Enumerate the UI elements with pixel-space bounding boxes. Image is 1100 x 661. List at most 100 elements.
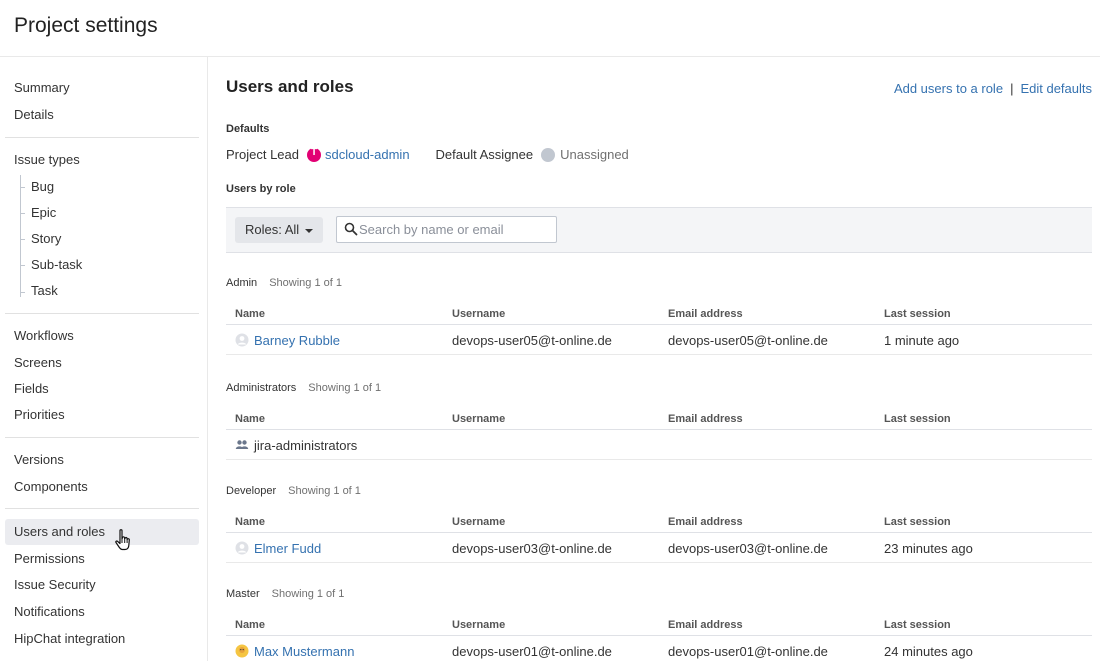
col-header-username: Username [452, 619, 506, 631]
sidebar-item-story[interactable]: Story [5, 226, 199, 252]
sidebar-item-fields[interactable]: Fields [5, 376, 199, 402]
table-header: Name Username Email address Last session [226, 305, 1092, 325]
sidebar-item-users-and-roles[interactable]: Users and roles [5, 519, 199, 545]
col-header-email: Email address [668, 308, 743, 320]
group-cell: jira-administrators [235, 438, 357, 453]
user-cell: Elmer Fudd [235, 541, 321, 556]
sidebar-item-hipchat-integration[interactable]: HipChat integration [5, 626, 199, 652]
role-count: Showing 1 of 1 [308, 382, 382, 394]
role-name: Master [226, 588, 260, 600]
last-session-cell: 24 minutes ago [884, 644, 973, 659]
section-title: Users and roles [226, 77, 354, 96]
col-header-session: Last session [884, 516, 951, 528]
users-by-role-label: Users by role [226, 183, 296, 195]
role-heading: Developer Showing 1 of 1 [226, 485, 361, 497]
user-name-link[interactable]: Elmer Fudd [254, 541, 321, 556]
col-header-name: Name [235, 619, 265, 631]
sidebar-item-summary[interactable]: Summary [5, 75, 199, 101]
col-header-email: Email address [668, 413, 743, 425]
sidebar-item-priorities[interactable]: Priorities [5, 402, 199, 428]
sidebar-item-components[interactable]: Components [5, 474, 199, 500]
username-cell: devops-user05@t-online.de [452, 333, 612, 348]
sidebar-item-task[interactable]: Task [5, 278, 199, 304]
group-icon [235, 440, 249, 449]
sidebar-item-notifications[interactable]: Notifications [5, 599, 199, 625]
hand-pointer-icon [115, 529, 130, 551]
telekom-logo-icon [307, 147, 321, 162]
table-row: Barney Rubble devops-user05@t-online.de … [226, 326, 1092, 355]
sidebar-item-permissions[interactable]: Permissions [5, 546, 199, 572]
col-header-name: Name [235, 516, 265, 528]
user-name-link[interactable]: Max Mustermann [254, 644, 354, 659]
sidebar-item-bug[interactable]: Bug [5, 174, 199, 200]
table-header: Name Username Email address Last session [226, 616, 1092, 636]
role-count: Showing 1 of 1 [271, 588, 345, 600]
defaults-row: Project Lead sdcloud-admin Default Assig… [226, 147, 629, 163]
col-header-session: Last session [884, 619, 951, 631]
header-links: Add users to a role | Edit defaults [894, 81, 1092, 96]
last-session-cell: 23 minutes ago [884, 541, 973, 556]
table-header: Name Username Email address Last session [226, 513, 1092, 533]
page-title: Project settings [14, 14, 158, 37]
role-name: Developer [226, 485, 277, 497]
sidebar: Summary Details Issue types Bug Epic Sto… [0, 57, 208, 661]
role-heading: Admin Showing 1 of 1 [226, 277, 342, 289]
col-header-username: Username [452, 413, 506, 425]
sidebar-item-epic[interactable]: Epic [5, 200, 199, 226]
group-name: jira-administrators [254, 438, 358, 453]
sidebar-item-versions[interactable]: Versions [5, 447, 199, 473]
col-header-username: Username [452, 308, 506, 320]
user-avatar-icon [235, 644, 249, 658]
col-header-name: Name [235, 308, 265, 320]
col-header-session: Last session [884, 308, 951, 320]
filter-bar: Roles: All [226, 207, 1092, 253]
link-separator: | [1010, 81, 1014, 96]
user-name-link[interactable]: Barney Rubble [254, 333, 340, 348]
sidebar-item-issue-security[interactable]: Issue Security [5, 572, 199, 598]
sidebar-divider [5, 508, 199, 509]
role-heading: Master Showing 1 of 1 [226, 588, 344, 600]
search-icon [344, 222, 358, 236]
page-header: Project settings [0, 0, 1100, 57]
col-header-email: Email address [668, 619, 743, 631]
sidebar-divider [5, 437, 199, 438]
sidebar-item-details[interactable]: Details [5, 102, 199, 128]
project-lead-label: Project Lead [226, 147, 299, 162]
sidebar-item-sub-task[interactable]: Sub-task [5, 252, 199, 278]
user-avatar-icon [235, 333, 249, 347]
user-cell: Barney Rubble [235, 333, 340, 348]
role-count: Showing 1 of 1 [288, 485, 361, 497]
col-header-session: Last session [884, 413, 951, 425]
chevron-down-icon [305, 228, 314, 233]
user-cell: Max Mustermann [235, 644, 354, 659]
col-header-name: Name [235, 413, 265, 425]
edit-defaults-link[interactable]: Edit defaults [1020, 81, 1092, 96]
sidebar-item-screens[interactable]: Screens [5, 350, 199, 376]
email-cell: devops-user01@t-online.de [668, 644, 828, 659]
default-assignee-label: Default Assignee [435, 147, 534, 162]
defaults-label: Defaults [226, 123, 270, 135]
email-cell: devops-user05@t-online.de [668, 333, 828, 348]
role-name: Admin [226, 277, 258, 289]
role-heading: Administrators Showing 1 of 1 [226, 382, 381, 394]
main-content: Users and roles Add users to a role | Edit… [226, 57, 1092, 661]
default-assignee-value: Unassigned [560, 147, 629, 162]
email-cell: devops-user03@t-online.de [668, 541, 828, 556]
username-cell: devops-user03@t-online.de [452, 541, 612, 556]
sidebar-item-workflows[interactable]: Workflows [5, 323, 199, 349]
project-lead-link[interactable]: sdcloud-admin [325, 147, 410, 162]
sidebar-divider [5, 137, 199, 138]
col-header-username: Username [452, 516, 506, 528]
table-header: Name Username Email address Last session [226, 410, 1092, 430]
search-input[interactable] [359, 217, 555, 242]
username-cell: devops-user01@t-online.de [452, 644, 612, 659]
table-row: jira-administrators [226, 431, 1092, 460]
sidebar-item-issue-types[interactable]: Issue types [5, 147, 199, 173]
role-name: Administrators [226, 382, 297, 394]
col-header-email: Email address [668, 516, 743, 528]
add-users-to-role-link[interactable]: Add users to a role [894, 81, 1003, 96]
roles-filter-dropdown[interactable]: Roles: All [235, 217, 324, 243]
table-row: Elmer Fudd devops-user03@t-online.de dev… [226, 534, 1092, 563]
search-box[interactable] [336, 216, 557, 243]
sidebar-divider [5, 313, 199, 314]
